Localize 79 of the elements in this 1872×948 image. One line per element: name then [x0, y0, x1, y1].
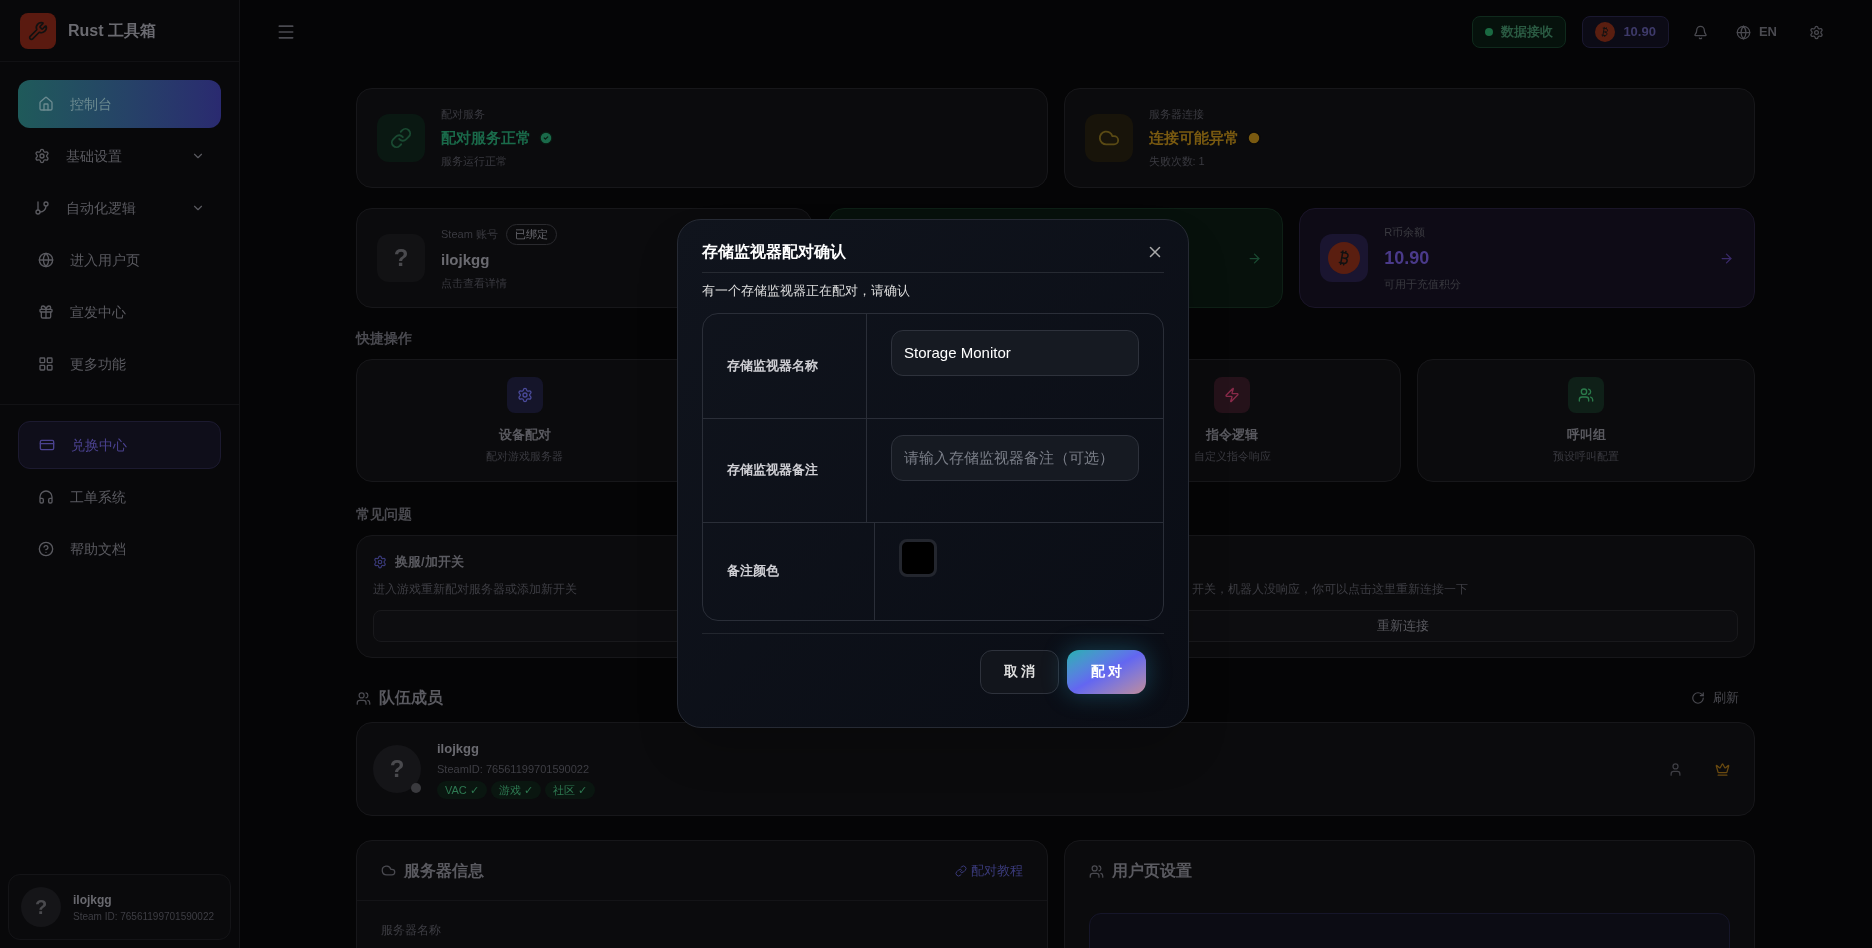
- refresh-button[interactable]: 刷新: [1691, 688, 1739, 708]
- refresh-icon: [1691, 691, 1705, 705]
- text-field[interactable]: 请输入存储监视器备注（可选）: [891, 434, 1139, 481]
- gear-icon: [516, 386, 533, 403]
- pair-button[interactable]: 配 对: [1067, 649, 1146, 694]
- lightning-icon: [1224, 386, 1241, 403]
- gear-icon: [373, 555, 387, 569]
- balance-badge: 10.90: [1582, 16, 1669, 48]
- app-title: Rust 工具箱: [68, 20, 156, 41]
- globe-icon: [38, 252, 54, 268]
- sidebar-item[interactable]: 自动化逻辑: [18, 184, 221, 232]
- help-icon: [38, 541, 54, 557]
- avatar: ?: [373, 745, 421, 793]
- tutorial-link[interactable]: 配对教程: [954, 860, 1023, 881]
- menu-toggle[interactable]: [276, 22, 296, 42]
- dialog-title: 存储监视器配对确认: [702, 242, 846, 262]
- gear-icon: [34, 148, 50, 164]
- sidebar-item[interactable]: 基础设置: [18, 132, 221, 180]
- users-icon: [1088, 863, 1104, 879]
- faq-title: 换服/加开关: [395, 553, 464, 572]
- sidebar-item[interactable]: 兑换中心: [18, 421, 221, 469]
- avatar: ?: [377, 234, 425, 282]
- cloud-icon: [381, 863, 396, 878]
- section-title: 服务器信息: [404, 860, 484, 881]
- section-title: 用户页设置: [1111, 861, 1192, 881]
- dialog-subtitle: 有一个存储监视器正在配对，请确认: [702, 282, 911, 300]
- sidebar-item[interactable]: 控制台: [18, 80, 221, 128]
- globe-icon: [1735, 24, 1751, 40]
- grid-icon: [38, 356, 54, 372]
- text-field[interactable]: Storage Monitor: [891, 329, 1139, 376]
- balance-value: 10.90: [1384, 246, 1431, 270]
- account-name: ilojkgg: [441, 249, 491, 270]
- menu-icon: [276, 22, 296, 42]
- action-title: 指令逻辑: [1206, 425, 1259, 444]
- user-icon: [1668, 761, 1683, 777]
- status-tag: 社区 ✓: [544, 780, 595, 800]
- action-title: 呼叫组: [1566, 425, 1606, 444]
- arrow-right-icon: [1247, 250, 1263, 266]
- crown-icon: [1715, 761, 1730, 777]
- section-title: 常见问题: [356, 505, 413, 524]
- link-icon: [954, 864, 967, 877]
- member-name: ilojkgg: [437, 739, 480, 758]
- action-title: 设备配对: [498, 425, 551, 444]
- wrench-logo: [20, 12, 56, 49]
- sidebar-item[interactable]: 更多功能: [18, 340, 221, 388]
- section-title: 队伍成员: [379, 688, 443, 708]
- home-icon: [38, 96, 54, 112]
- settings-icon: [1809, 24, 1824, 40]
- users-icon: [356, 690, 371, 706]
- field-label: 备注颜色: [727, 562, 779, 581]
- sidebar-item[interactable]: 进入用户页: [18, 236, 221, 284]
- gift-icon: [38, 304, 54, 320]
- sidebar-item[interactable]: 宣发中心: [18, 288, 221, 336]
- field-label: 存储监视器名称: [727, 356, 818, 375]
- coin-icon: [1320, 234, 1369, 282]
- user-name: ilojkgg: [73, 891, 113, 909]
- status-text: 连接可能异常: [1148, 127, 1239, 148]
- coin-icon: [1595, 22, 1616, 42]
- sidebar-item[interactable]: 帮助文档: [18, 525, 221, 573]
- cloud-icon: [1084, 114, 1133, 162]
- section-title: 快捷操作: [356, 329, 413, 348]
- status-text: 配对服务正常: [441, 127, 531, 148]
- card-icon: [39, 437, 55, 453]
- bell-icon: [1692, 24, 1708, 40]
- cancel-button[interactable]: 取 消: [980, 649, 1059, 694]
- check-icon: [539, 131, 553, 145]
- arrow-right-icon: [1719, 250, 1734, 266]
- headphones-icon: [38, 489, 54, 505]
- branch-icon: [34, 200, 50, 216]
- link-icon: [377, 114, 425, 162]
- sidebar-item[interactable]: 工单系统: [18, 473, 221, 521]
- language-button[interactable]: EN: [1731, 22, 1781, 42]
- users-icon: [1578, 386, 1595, 403]
- avatar: ?: [21, 887, 61, 927]
- status-badge: 数据接收: [1472, 16, 1567, 48]
- field-label: 存储监视器备注: [727, 461, 818, 480]
- status-tag: VAC ✓: [437, 780, 487, 800]
- color-swatch[interactable]: [899, 538, 937, 577]
- status-tag: 游戏 ✓: [490, 780, 541, 800]
